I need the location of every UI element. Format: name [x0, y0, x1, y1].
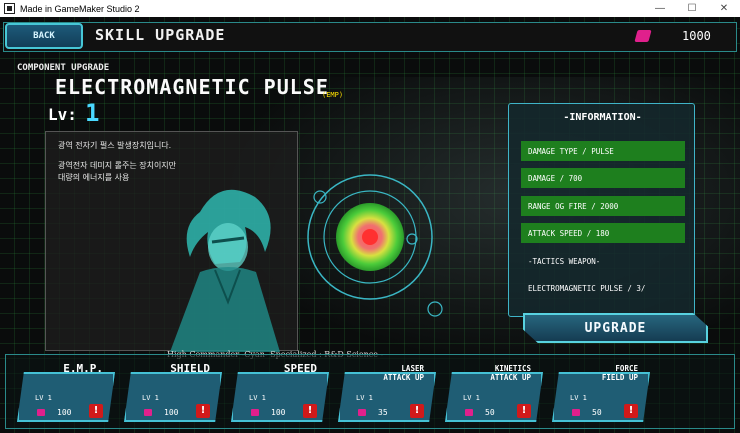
- gem-icon: [358, 409, 366, 416]
- skill-card-kinetics[interactable]: KINETICS ATTACK UP LV 1 50 !: [445, 362, 543, 422]
- skill-card-force[interactable]: FORCE FIELD UP LV 1 50 !: [552, 362, 650, 422]
- maximize-button[interactable]: ☐: [676, 0, 708, 17]
- skill-name-line: KINETICS: [494, 364, 531, 373]
- minimize-button[interactable]: —: [644, 0, 676, 17]
- gem-icon: [37, 409, 45, 416]
- description-line: 광역 전자기 펄스 발생장치입니다.: [58, 141, 172, 150]
- game-viewport: BACK SKILL UPGRADE 1000 COMPONENT UPGRAD…: [0, 17, 740, 433]
- page-title: SKILL UPGRADE: [95, 26, 226, 44]
- alert-icon: !: [410, 404, 424, 418]
- skill-name: LASER ATTACK UP: [383, 364, 424, 382]
- skill-level: LV 1: [356, 394, 373, 402]
- back-button[interactable]: BACK: [5, 23, 83, 49]
- alert-icon: !: [624, 404, 638, 418]
- info-row: DAMAGE / 700: [521, 168, 685, 188]
- skill-level: LV 1: [570, 394, 587, 402]
- skill-level: LV 1: [142, 394, 159, 402]
- alert-icon: !: [196, 404, 210, 418]
- skill-name-line: FIELD UP: [601, 373, 638, 382]
- alert-icon: !: [89, 404, 103, 418]
- section-label: COMPONENT UPGRADE: [17, 63, 110, 73]
- information-title: -INFORMATION-: [563, 112, 642, 123]
- skill-cost: 100: [57, 408, 72, 417]
- component-abbr: (EMP): [322, 91, 344, 99]
- alert-icon: !: [303, 404, 317, 418]
- info-row: DAMAGE TYPE / PULSE: [521, 141, 685, 161]
- description-line: 대량의 에너지를 사용: [58, 173, 130, 182]
- skill-cost: 100: [164, 408, 179, 417]
- skill-name: E.M.P.: [63, 362, 103, 375]
- emp-orb: [307, 174, 443, 317]
- window-titlebar: Made in GameMaker Studio 2 — ☐ ✕: [0, 0, 740, 17]
- upgrade-button[interactable]: UPGRADE: [523, 313, 708, 343]
- window-title: Made in GameMaker Studio 2: [20, 3, 140, 14]
- skill-name: SHIELD: [170, 362, 210, 375]
- description-line: 광역전자 데미지 롤주는 장치이지만: [58, 161, 177, 170]
- skill-cost: 50: [485, 408, 495, 417]
- skill-level: LV 1: [463, 394, 480, 402]
- skill-card-emp[interactable]: E.M.P. LV 1 100 !: [17, 362, 115, 422]
- skill-name: FORCE FIELD UP: [602, 364, 638, 382]
- currency-value: 1000: [682, 29, 711, 43]
- skill-name-line: FORCE: [615, 364, 638, 373]
- close-button[interactable]: ✕: [708, 0, 740, 17]
- skill-level: LV 1: [249, 394, 266, 402]
- window-controls: — ☐ ✕: [644, 0, 740, 17]
- skill-name: SPEED: [283, 362, 317, 375]
- skill-name-line: ATTACK UP: [383, 373, 424, 382]
- alert-icon: !: [517, 404, 531, 418]
- component-name: ELECTROMAGNETIC PULSE: [55, 75, 329, 99]
- gem-icon: [572, 409, 580, 416]
- level-value: 1: [85, 99, 100, 127]
- skill-card-speed[interactable]: SPEED LV 1 100 !: [231, 362, 329, 422]
- skill-name-line: ATTACK UP: [490, 373, 531, 382]
- info-row: RANGE OG FIRE / 2000: [521, 196, 685, 216]
- skill-cost: 50: [592, 408, 602, 417]
- info-row: ELECTROMAGNETIC PULSE / 3/: [528, 283, 646, 293]
- info-row: ATTACK SPEED / 180: [521, 223, 685, 243]
- skill-cost: 35: [378, 408, 388, 417]
- commander-portrait: [170, 189, 280, 352]
- skill-level: LV 1: [35, 394, 52, 402]
- info-row: -TACTICS WEAPON-: [528, 256, 601, 266]
- skill-name: KINETICS ATTACK UP: [490, 364, 531, 382]
- skill-name-line: LASER: [401, 364, 424, 373]
- gem-icon: [465, 409, 473, 416]
- gamemaker-app-icon: [4, 3, 15, 14]
- skill-cost: 100: [271, 408, 286, 417]
- information-panel: -INFORMATION- DAMAGE TYPE / PULSE DAMAGE…: [508, 103, 695, 317]
- gem-icon: [251, 409, 259, 416]
- skill-card-laser[interactable]: LASER ATTACK UP LV 1 35 !: [338, 362, 436, 422]
- skill-card-shield[interactable]: SHIELD LV 1 100 !: [124, 362, 222, 422]
- level-label: Lv:: [48, 105, 77, 124]
- gem-icon: [144, 409, 152, 416]
